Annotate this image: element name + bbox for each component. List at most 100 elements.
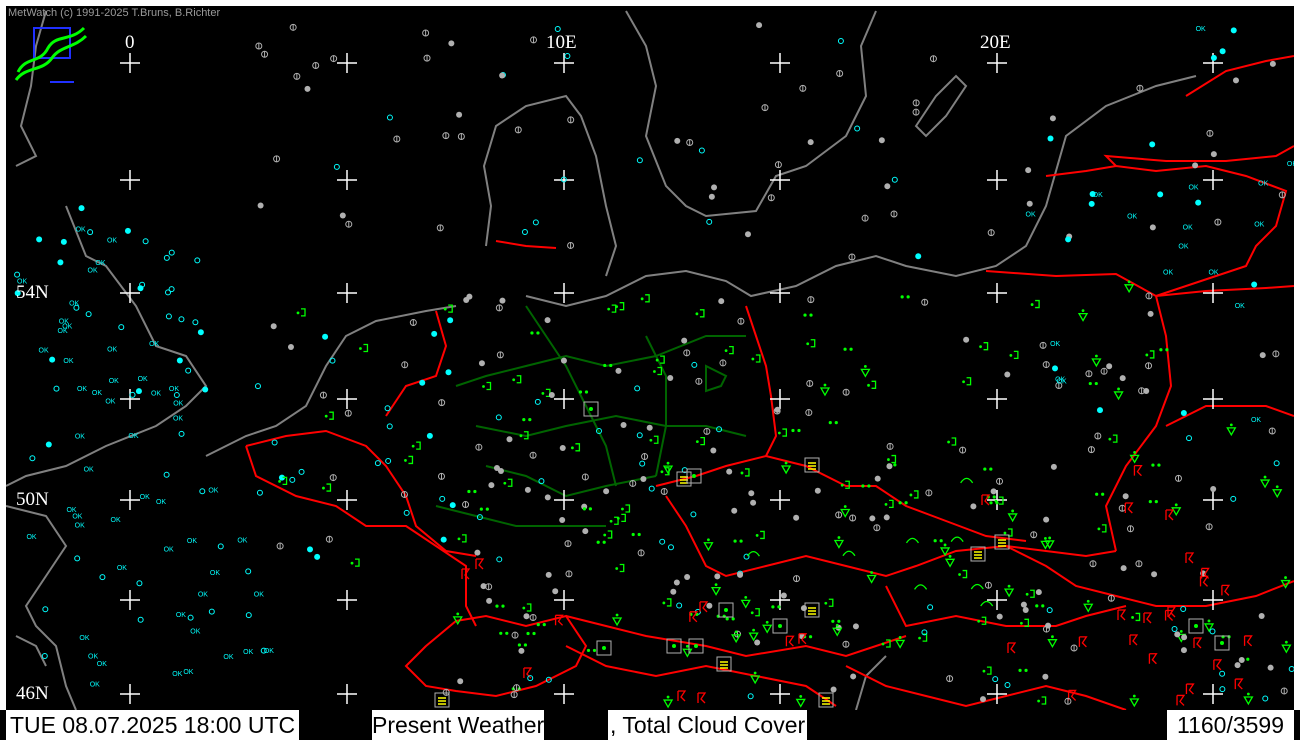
rain-symbol bbox=[861, 484, 865, 488]
status-datetime: TUE 08.07.2025 18:00 UTC bbox=[6, 710, 300, 740]
rain-symbol bbox=[485, 507, 489, 511]
cloud-cover-symbol bbox=[1020, 601, 1027, 608]
recent-precip-symbol bbox=[782, 428, 788, 437]
station-ok-label: OK bbox=[156, 499, 166, 506]
station-circle-symbol bbox=[137, 616, 144, 623]
shower-symbol bbox=[1281, 644, 1292, 654]
rain-symbol bbox=[1088, 381, 1092, 386]
cloud-cover-symbol bbox=[1151, 571, 1158, 578]
shower-symbol bbox=[740, 599, 751, 609]
cloud-cover-symbol bbox=[711, 184, 718, 191]
shower-symbol bbox=[1113, 391, 1124, 401]
recent-precip-symbol bbox=[986, 666, 992, 675]
station-circle-symbol bbox=[298, 468, 305, 475]
station-ok-label: OK bbox=[90, 681, 100, 688]
station-ok-label: OK bbox=[1287, 161, 1294, 168]
thunderstorm-symbol bbox=[785, 635, 795, 647]
thunderstorm-symbol bbox=[677, 690, 687, 702]
cloud-cover-symbol bbox=[807, 139, 814, 146]
station-circle-symbol bbox=[271, 439, 278, 446]
cloud-cover-symbol bbox=[1269, 60, 1276, 67]
cloud-cover-symbol bbox=[708, 193, 715, 200]
station-ok-label: OK bbox=[1026, 211, 1036, 218]
station-circle-symbol bbox=[386, 423, 393, 430]
cloud-cover-symbol bbox=[754, 639, 761, 646]
lon-label-20e: 20E bbox=[980, 32, 1011, 53]
station-circle-symbol bbox=[173, 392, 180, 399]
recent-precip-dot bbox=[884, 502, 888, 506]
recent-precip-dot bbox=[887, 458, 890, 461]
rain-symbol bbox=[530, 331, 534, 335]
rain-symbol bbox=[578, 390, 583, 394]
shower-symbol bbox=[1203, 623, 1215, 633]
station-circle-symbol bbox=[1149, 141, 1156, 148]
thunderstorm-symbol bbox=[1193, 637, 1203, 649]
shower-dot bbox=[784, 461, 788, 465]
rain-symbol bbox=[939, 539, 943, 543]
station-circle-symbol bbox=[185, 367, 192, 374]
recent-precip-dot bbox=[1108, 437, 1112, 441]
station-ok-label: OK bbox=[1251, 417, 1261, 424]
thunderstorm-symbol bbox=[1124, 502, 1134, 514]
recent-precip-dot bbox=[751, 357, 755, 361]
recent-precip-symbol bbox=[611, 304, 617, 313]
cloud-cover-symbol bbox=[478, 360, 485, 367]
credit-text: MetWatch (c) 1991-2025 T.Bruns, B.Richte… bbox=[8, 7, 221, 19]
station-ok-label: OK bbox=[1127, 214, 1137, 221]
station-circle-symbol bbox=[667, 544, 674, 551]
cloud-cover-symbol bbox=[718, 298, 725, 305]
rain-symbol bbox=[867, 484, 871, 488]
cloud-cover-symbol bbox=[1120, 565, 1127, 572]
station-circle-symbol bbox=[197, 329, 204, 336]
cloud-cover-symbol bbox=[339, 212, 346, 219]
thunderstorm-symbol bbox=[1007, 642, 1017, 654]
station-circle-symbol bbox=[927, 604, 934, 611]
rain-symbol bbox=[1094, 381, 1098, 386]
border-north bbox=[1185, 55, 1294, 97]
recent-precip-symbol bbox=[526, 603, 532, 612]
status-product: Present Weather bbox=[372, 710, 545, 740]
station-circle-symbol bbox=[496, 556, 503, 563]
station-circle-symbol bbox=[165, 313, 172, 320]
recent-precip-dot bbox=[662, 601, 666, 605]
station-circle-symbol bbox=[1088, 200, 1095, 207]
rain-symbol bbox=[808, 635, 813, 639]
station-circle-symbol bbox=[289, 476, 296, 483]
shower-symbol bbox=[819, 387, 831, 397]
station-circle-symbol bbox=[49, 356, 56, 363]
shower-dot bbox=[1179, 630, 1183, 633]
cloud-cover-symbol bbox=[1232, 77, 1239, 84]
station-ok-label: OK bbox=[169, 386, 179, 393]
thunderstorm-symbol bbox=[1148, 653, 1158, 665]
rain-symbol bbox=[989, 467, 993, 471]
cloud-cover-symbol bbox=[1043, 516, 1050, 523]
weather-box-dot bbox=[1220, 641, 1224, 645]
station-ok-label: OK bbox=[76, 227, 86, 234]
station-circle-symbol bbox=[135, 388, 142, 395]
recent-precip-dot bbox=[411, 444, 415, 448]
recent-precip-symbol bbox=[966, 377, 972, 386]
station-circle-symbol bbox=[178, 430, 185, 437]
station-circle-symbol bbox=[521, 229, 528, 236]
cloud-cover-symbol bbox=[544, 317, 551, 324]
recent-precip-symbol bbox=[1135, 612, 1141, 622]
weather-map[interactable]: OK OK OK OK OK OK OK OK OK OK OK OK OK OK OK OK OK OK OK OK… bbox=[6, 6, 1294, 710]
rain-symbol bbox=[637, 532, 641, 537]
recent-precip-dot bbox=[1097, 527, 1101, 531]
station-circle-symbol bbox=[1047, 135, 1054, 142]
recent-precip-dot bbox=[881, 642, 885, 646]
shower-symbol bbox=[1171, 507, 1182, 517]
station-circle-symbol bbox=[78, 205, 85, 212]
station-ok-label: OK bbox=[111, 517, 121, 524]
station-circle-symbol bbox=[199, 488, 206, 495]
rain-symbol bbox=[586, 648, 591, 653]
rain-symbol bbox=[505, 631, 509, 635]
thunderstorm-symbol bbox=[1143, 612, 1153, 624]
station-circle-symbol bbox=[74, 555, 81, 562]
station-ok-label: OK bbox=[176, 612, 186, 619]
rain-symbol bbox=[831, 619, 835, 623]
station-ok-label: OK bbox=[107, 346, 117, 353]
recent-precip-symbol bbox=[951, 437, 957, 446]
fog-box bbox=[804, 602, 820, 618]
recent-precip-dot bbox=[615, 305, 619, 309]
